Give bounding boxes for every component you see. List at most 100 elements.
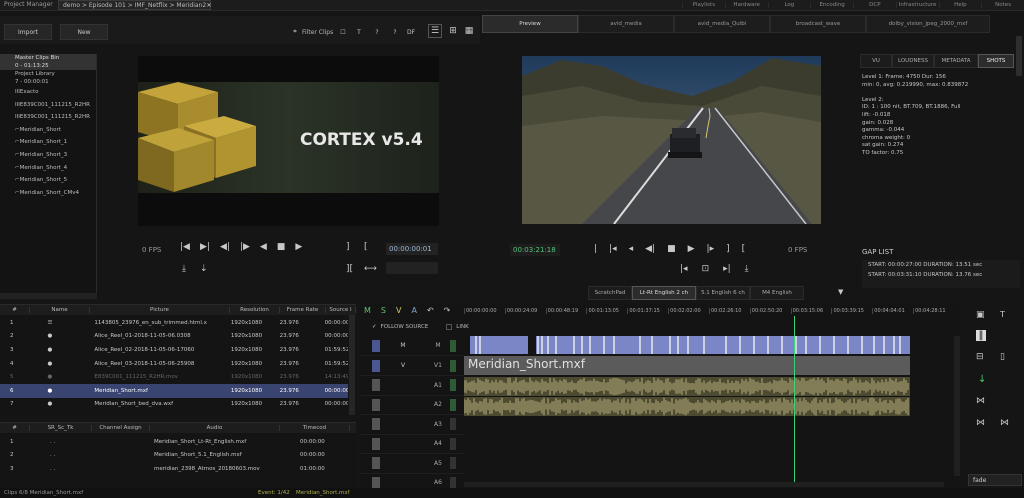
mark-in-icon[interactable]: | xyxy=(594,244,597,254)
clapper-icon[interactable]: ▣ xyxy=(976,310,985,320)
step-back-icon[interactable]: |◂ xyxy=(609,244,617,254)
down-arrow-icon[interactable]: ↓ xyxy=(978,374,986,385)
clip-table-header-cell[interactable]: Resolution xyxy=(230,307,280,313)
text-tool-icon[interactable]: T xyxy=(1000,310,1005,319)
play-icon[interactable]: ▶ xyxy=(688,244,695,254)
table-row[interactable]: 2 ● Alice_Reel_01-2018-11-05-06.0308 1920x1… xyxy=(0,330,348,344)
step-back-icon[interactable]: ◀| xyxy=(220,242,230,252)
filter-option-icon[interactable]: ? xyxy=(390,26,400,38)
gap-item[interactable]: START: 00:03:31:10 DURATION: 13.76 sec xyxy=(868,270,1020,280)
filter-option-icon[interactable]: T xyxy=(354,26,364,38)
tree-item[interactable]: ⌐Meridian_Short_4 xyxy=(0,162,96,175)
track-select[interactable] xyxy=(372,379,380,392)
audio-waveform-a2[interactable] xyxy=(464,397,910,416)
down-arrow-icon[interactable]: ⤓ xyxy=(182,264,186,274)
table-row[interactable]: 4 ● Alice_Reel_03-2018-11-05-06-25908 1920x… xyxy=(0,357,348,371)
go-end-icon[interactable]: ▶| xyxy=(200,242,210,252)
track-name[interactable]: A1 xyxy=(426,382,450,389)
tree-item[interactable]: 0 - 01:13:25 xyxy=(0,62,96,70)
filter-option-icon[interactable]: ? xyxy=(372,26,382,38)
track-enable[interactable] xyxy=(450,398,456,411)
follow-source-check[interactable]: ✓ xyxy=(372,324,377,330)
snapshot-icon[interactable]: ⊡ xyxy=(702,264,710,274)
info-tab[interactable]: SHOTS xyxy=(978,54,1014,68)
tree-item[interactable]: ⌐Meridian_Short xyxy=(0,124,96,137)
top-nav-item[interactable]: Playlists xyxy=(682,2,725,8)
clip-table-header-cell[interactable]: Name xyxy=(30,307,90,313)
tree-item[interactable]: IIIExacto xyxy=(0,86,96,99)
filter-clips-label[interactable]: Filter Clips xyxy=(302,29,333,36)
track-select[interactable] xyxy=(372,476,380,489)
table-row[interactable]: 5 ● E839C001_111215_R2HR.mov 1920x1080 23.97… xyxy=(0,370,348,384)
info-scrollbar[interactable] xyxy=(1016,36,1022,76)
table-row[interactable]: 1 ☰ 1143805_23976_en_sub_trimmed.html.x 192… xyxy=(0,316,348,330)
top-nav-item[interactable]: DCP xyxy=(853,2,896,8)
preview-tab[interactable]: avid_media xyxy=(578,15,674,33)
redo-icon[interactable]: ↷ xyxy=(444,306,451,315)
preview-tab[interactable]: avid_media_Quibi xyxy=(674,15,770,33)
list-view-icon[interactable]: ☰ xyxy=(428,24,442,38)
audio-table-header-cell[interactable]: Audio xyxy=(150,425,280,431)
track-enable[interactable] xyxy=(450,379,456,392)
top-nav-item[interactable]: Help xyxy=(938,2,982,8)
split-down-icon[interactable]: ⇣ xyxy=(200,264,208,274)
info-tab[interactable]: LOUDNESS xyxy=(892,54,934,68)
dropdown-icon[interactable]: ▼ xyxy=(838,288,843,296)
track-name[interactable]: A3 xyxy=(426,421,450,428)
info-tab[interactable]: VU xyxy=(860,54,892,68)
tree-item[interactable]: ⌐Meridian_Short_3 xyxy=(0,149,96,162)
track-select[interactable] xyxy=(372,437,380,450)
track-name[interactable]: M xyxy=(426,342,450,349)
track-enable[interactable] xyxy=(450,457,456,470)
fit-icon[interactable]: ⟷ xyxy=(364,264,377,274)
filter-icon[interactable]: ⌗ xyxy=(290,26,300,38)
overwrite-icon[interactable]: ][ xyxy=(346,264,353,274)
go-start-icon[interactable]: |◀ xyxy=(180,242,190,252)
clip-table-header-cell[interactable]: Picture xyxy=(90,307,230,313)
import-button[interactable]: Import xyxy=(4,24,52,40)
clip-table-header-cell[interactable]: Frame Rate xyxy=(280,307,326,313)
tree-item[interactable]: 7 - 00:00:01 xyxy=(0,78,96,86)
top-nav-item[interactable]: Infrastructure xyxy=(895,2,939,8)
go-end-icon[interactable]: ] xyxy=(726,244,730,254)
track-select[interactable] xyxy=(372,359,380,372)
track-name[interactable]: A5 xyxy=(426,460,450,467)
table-row[interactable]: 7 ● Meridian_Short_bed_dva.wxf 1920x1080 23.… xyxy=(0,398,348,412)
new-button[interactable]: New xyxy=(60,24,108,40)
rewind-icon[interactable]: ◀| xyxy=(645,244,655,254)
track-enable[interactable] xyxy=(450,437,456,450)
filter-option-icon[interactable]: ☐ xyxy=(338,26,348,38)
step-forward-icon[interactable]: |▸ xyxy=(707,244,715,254)
tree-item[interactable]: Master Clips Bin xyxy=(0,54,96,62)
top-nav-item[interactable]: Hardware xyxy=(724,2,768,8)
track-name[interactable]: A6 xyxy=(426,479,450,486)
track-select[interactable] xyxy=(372,339,380,352)
large-grid-icon[interactable]: ▦ xyxy=(462,24,476,38)
audio-config-tab[interactable]: M4 English xyxy=(750,286,804,300)
table-row[interactable]: 6 ● Meridian_Short.mxf 1920x1080 23.976 00:00… xyxy=(0,383,348,398)
audio-table-header-cell[interactable]: Channel Assign xyxy=(92,425,150,431)
audio-table-header-cell[interactable]: Timecod xyxy=(280,425,350,431)
tree-item[interactable]: ⌐Meridian_Short_5 xyxy=(0,174,96,187)
preview-tab[interactable]: dolby_vision_jpeg_2000_mxf xyxy=(866,15,990,33)
timeline-hscrollbar[interactable] xyxy=(464,482,944,487)
mark-out-icon[interactable]: ] xyxy=(346,242,350,252)
link-s-icon[interactable]: S xyxy=(381,306,386,315)
undo-icon[interactable]: ↶ xyxy=(427,306,434,315)
preview-tab[interactable]: Preview xyxy=(482,15,578,33)
tree-item[interactable]: ⌐Meridian_Short_1 xyxy=(0,136,96,149)
audio-config-tab[interactable]: ScratchPad xyxy=(588,286,632,300)
link-check[interactable] xyxy=(446,324,453,330)
track-select[interactable] xyxy=(372,398,380,411)
track-enable[interactable] xyxy=(450,418,456,431)
track-name[interactable]: A4 xyxy=(426,440,450,447)
audio-waveform-a1[interactable] xyxy=(464,377,910,396)
tree-item[interactable]: IIIE839C001_111215_R2HR xyxy=(0,111,96,124)
stop-icon[interactable]: ■ xyxy=(667,244,676,254)
audio-table-header-cell[interactable]: # xyxy=(0,425,30,431)
play-icon[interactable]: ▶ xyxy=(295,242,302,252)
track-select[interactable] xyxy=(372,457,380,470)
split-icon[interactable]: ▯ xyxy=(1000,352,1005,362)
tree-item[interactable]: Project Library xyxy=(0,70,96,78)
grid-view-icon[interactable]: ⊞ xyxy=(446,24,460,38)
